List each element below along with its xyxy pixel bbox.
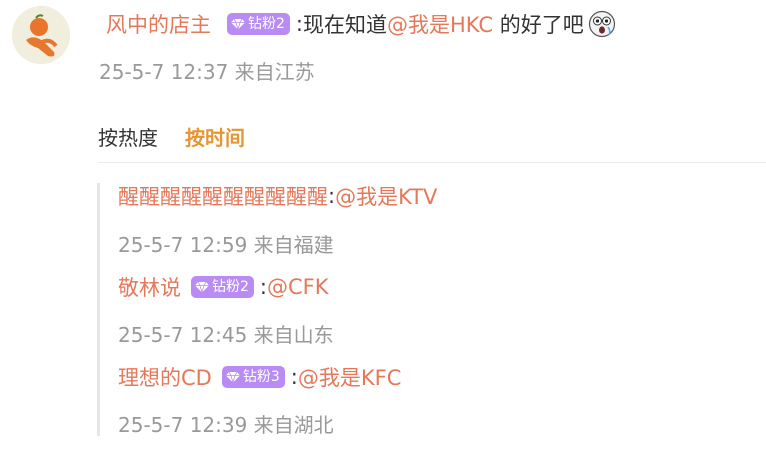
reply-thread-bar — [97, 183, 100, 436]
reply-separator: : — [328, 184, 336, 208]
sort-tabs: 按热度 按时间 — [98, 122, 245, 151]
reply-username[interactable]: 敬林说 — [118, 272, 181, 302]
shocked-face-icon — [588, 10, 616, 38]
badge-label: 钻粉3 — [242, 369, 280, 385]
reply-separator: : — [259, 275, 267, 299]
reply-username[interactable]: 理想的CD — [118, 362, 212, 392]
comment-meta: 25-5-7 12:37 来自江苏 — [99, 60, 315, 84]
badge-label: 钻粉2 — [212, 279, 249, 295]
reply-item: 敬林说 钻粉2 : @CFK — [118, 272, 329, 302]
badge-label: 钻粉2 — [248, 16, 285, 32]
reply-mention[interactable]: @我是KFC — [298, 362, 402, 392]
divider — [98, 162, 766, 163]
diamond-icon — [225, 371, 240, 383]
fan-badge[interactable]: 钻粉2 — [227, 13, 290, 35]
tangerine-avatar-icon — [12, 6, 70, 64]
comment-separator: : — [295, 12, 303, 36]
diamond-icon — [195, 281, 209, 293]
reply-username[interactable]: 醒醒醒醒醒醒醒醒醒醒 — [118, 181, 328, 211]
comment-text-before: 现在知道 — [303, 13, 387, 37]
comment-username[interactable]: 风中的店主 — [106, 9, 211, 39]
comment-text-after: 的好了吧 — [493, 13, 584, 37]
comment-line: 风中的店主 钻粉2 : 现在知道 @我是HKC 的好了吧 — [106, 9, 616, 39]
avatar[interactable] — [12, 6, 70, 64]
tab-sort-by-hot[interactable]: 按热度 — [98, 122, 158, 151]
reply-meta: 25-5-7 12:59 来自福建 — [118, 233, 334, 257]
diamond-icon — [231, 18, 245, 30]
fan-badge[interactable]: 钻粉3 — [221, 366, 285, 388]
reply-meta: 25-5-7 12:39 来自湖北 — [118, 413, 334, 437]
comment-mention[interactable]: @我是HKC — [387, 9, 493, 39]
reply-meta: 25-5-7 12:45 来自山东 — [118, 323, 334, 347]
reply-item: 理想的CD 钻粉3 : @我是KFC — [118, 362, 401, 392]
fan-badge[interactable]: 钻粉2 — [191, 276, 254, 298]
reply-mention[interactable]: @CFK — [267, 275, 329, 299]
reply-mention[interactable]: @我是KTV — [335, 181, 437, 211]
reply-item: 醒醒醒醒醒醒醒醒醒醒 : @我是KTV — [118, 181, 437, 211]
reply-separator: : — [290, 365, 298, 389]
tab-sort-by-time[interactable]: 按时间 — [185, 122, 245, 151]
